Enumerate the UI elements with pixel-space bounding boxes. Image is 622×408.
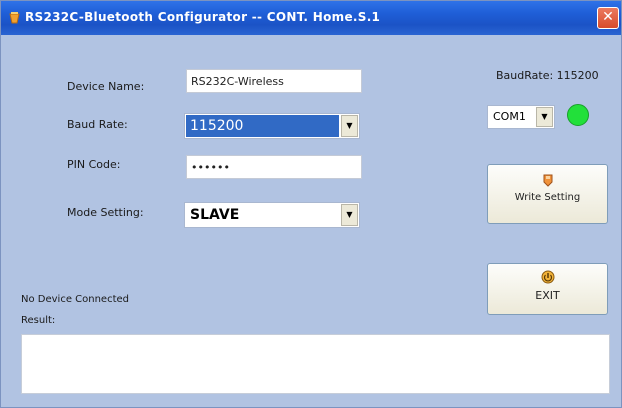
connection-status-text: No Device Connected [21,294,130,305]
com-port-select[interactable]: COM1 ▼ [487,105,555,129]
baud-status-label: BaudRate: 115200 [496,69,599,82]
device-name-label: Device Name: [67,80,145,93]
pin-code-value: •••••• [191,161,230,174]
chevron-down-icon[interactable]: ▼ [341,115,358,137]
connection-status-led [567,104,589,126]
exit-icon [488,270,607,287]
com-port-value: COM1 [493,110,526,123]
app-icon [9,12,20,24]
write-icon [488,173,607,190]
write-setting-button[interactable]: Write Setting [487,164,608,224]
result-label: Result: [21,315,56,326]
exit-button[interactable]: EXIT [487,263,608,315]
configurator-window: RS232C-Bluetooth Configurator -- CONT. H… [0,0,622,408]
close-button[interactable]: ✕ [597,7,619,29]
chevron-down-icon[interactable]: ▼ [536,107,553,127]
baud-rate-label: Baud Rate: [67,118,128,131]
result-output[interactable] [21,334,610,394]
pin-code-field[interactable]: •••••• [186,155,362,179]
mode-setting-value: SLAVE [190,207,240,223]
mode-setting-select[interactable]: SLAVE ▼ [184,202,360,228]
baud-rate-select[interactable]: 115200 ▼ [184,113,360,139]
baud-rate-value: 115200 [186,115,339,137]
chevron-down-icon[interactable]: ▼ [341,204,358,226]
title-bar[interactable]: RS232C-Bluetooth Configurator -- CONT. H… [1,1,621,35]
mode-setting-label: Mode Setting: [67,206,144,219]
write-setting-label: Write Setting [514,192,581,203]
device-name-field[interactable]: RS232C-Wireless [186,69,362,93]
window-title: RS232C-Bluetooth Configurator -- CONT. H… [25,10,381,24]
device-name-value: RS232C-Wireless [191,75,284,88]
exit-label: EXIT [535,289,560,302]
close-icon: ✕ [602,9,614,25]
pin-code-label: PIN Code: [67,158,121,171]
